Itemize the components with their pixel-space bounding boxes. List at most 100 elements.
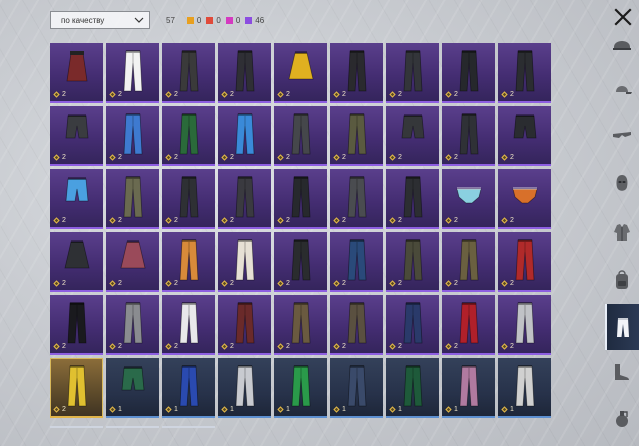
inventory-item-tile[interactable]: 2 [50,232,103,292]
item-count: 2 [118,343,122,350]
inventory-item-tile[interactable]: 2 [330,169,383,229]
diamond-icon [445,343,452,350]
inventory-item-tile[interactable]: 2 [50,358,103,418]
category-tab-boots[interactable] [605,354,639,390]
inventory-item-tile[interactable]: 2 [442,295,495,355]
category-tab-jacket[interactable] [605,214,639,250]
category-tab-grenade[interactable] [605,400,639,436]
inventory-item-tile[interactable]: 1 [330,358,383,418]
category-sidebar [605,26,639,446]
item-count: 2 [398,343,402,350]
inventory-item-tile[interactable]: 2 [106,295,159,355]
rarity-swatch [206,16,214,24]
diamond-icon [165,406,172,413]
inventory-item-tile[interactable]: 2 [274,169,327,229]
inventory-item-tile[interactable]: 2 [386,106,439,166]
diamond-icon [109,91,116,98]
category-tab-mask[interactable] [605,166,639,202]
inventory-item-tile[interactable]: 1 [106,358,159,418]
inventory-item-tile[interactable]: 2 [106,232,159,292]
pants-item-icon [235,365,254,407]
item-count-badge: 2 [53,280,66,287]
pants-item-icon [291,239,310,281]
item-count-badge: 1 [333,406,346,413]
inventory-item-tile[interactable]: 2 [386,169,439,229]
inventory-item-tile[interactable]: 2 [218,232,271,292]
inventory-item-tile[interactable]: 2 [50,169,103,229]
inventory-item-tile[interactable]: 2 [274,43,327,103]
inventory-item-tile[interactable]: 2 [330,43,383,103]
category-tab-helmet[interactable] [605,26,639,62]
inventory-item-tile[interactable]: 2 [442,169,495,229]
category-tab-glasses[interactable] [605,118,639,154]
item-count-badge: 2 [277,280,290,287]
pants-item-icon [515,302,534,344]
inventory-item-tile[interactable]: 2 [218,106,271,166]
inventory-item-tile[interactable]: 2 [274,295,327,355]
inventory-item-tile[interactable]: 2 [106,43,159,103]
inventory-item-tile[interactable]: 2 [218,43,271,103]
inventory-item-tile[interactable]: 1 [442,358,495,418]
inventory-item-tile[interactable]: 2 [330,106,383,166]
inventory-item-tile[interactable]: 1 [498,358,551,418]
inventory-item-tile[interactable]: 2 [386,295,439,355]
inventory-item-tile[interactable]: 2 [442,43,495,103]
inventory-item-tile[interactable]: 2 [330,295,383,355]
item-count-badge: 1 [277,406,290,413]
inventory-item-tile[interactable]: 2 [162,295,215,355]
grenade-icon [616,411,628,427]
item-count-badge: 2 [109,217,122,224]
inventory-item-tile[interactable]: 2 [498,232,551,292]
close-button[interactable] [612,6,634,28]
item-count: 2 [174,154,178,161]
item-count: 2 [174,91,178,98]
inventory-item-tile[interactable]: 2 [386,43,439,103]
rarity-count-label: 0 [235,15,241,25]
category-tab-cap[interactable] [605,72,639,108]
inventory-item-tile[interactable]: 1 [386,358,439,418]
inventory-item-tile[interactable]: 2 [162,106,215,166]
inventory-item-tile[interactable]: 2 [162,43,215,103]
item-count: 2 [62,91,66,98]
diamond-icon [53,280,60,287]
inventory-item-tile[interactable]: 2 [50,295,103,355]
item-count: 2 [230,280,234,287]
category-tab-backpack[interactable] [605,262,639,298]
pants-item-icon [66,51,87,82]
inventory-item-tile[interactable]: 2 [218,295,271,355]
inventory-item-tile[interactable]: 2 [442,232,495,292]
diamond-icon [221,154,228,161]
item-count-badge: 2 [389,154,402,161]
inventory-item-tile[interactable]: 2 [386,232,439,292]
inventory-item-tile[interactable]: 1 [218,358,271,418]
inventory-item-tile[interactable]: 1 [274,358,327,418]
inventory-item-tile[interactable]: 2 [498,43,551,103]
inventory-item-tile[interactable]: 2 [162,232,215,292]
scroll-hint [106,426,159,428]
pants-item-icon [123,50,142,92]
item-count-badge: 2 [221,217,234,224]
inventory-item-tile[interactable]: 2 [50,106,103,166]
inventory-item-tile[interactable]: 2 [50,43,103,103]
inventory-item-tile[interactable]: 2 [498,295,551,355]
item-count-badge: 2 [109,154,122,161]
inventory-item-tile[interactable]: 2 [274,232,327,292]
item-count-badge: 2 [221,154,234,161]
inventory-item-tile[interactable]: 2 [330,232,383,292]
inventory-item-tile[interactable]: 1 [162,358,215,418]
inventory-item-tile[interactable]: 2 [106,106,159,166]
inventory-item-tile[interactable]: 2 [498,169,551,229]
sort-dropdown[interactable]: по качеству [50,11,150,29]
diamond-icon [389,280,396,287]
pants-item-icon [123,176,142,218]
inventory-item-tile[interactable]: 2 [442,106,495,166]
inventory-item-tile[interactable]: 2 [106,169,159,229]
category-tab-pants[interactable] [605,304,639,350]
inventory-item-tile[interactable]: 2 [498,106,551,166]
inventory-item-tile[interactable]: 2 [218,169,271,229]
pants-item-icon [515,365,534,407]
inventory-item-tile[interactable]: 2 [162,169,215,229]
diamond-icon [389,406,396,413]
item-count: 2 [118,217,122,224]
inventory-item-tile[interactable]: 2 [274,106,327,166]
